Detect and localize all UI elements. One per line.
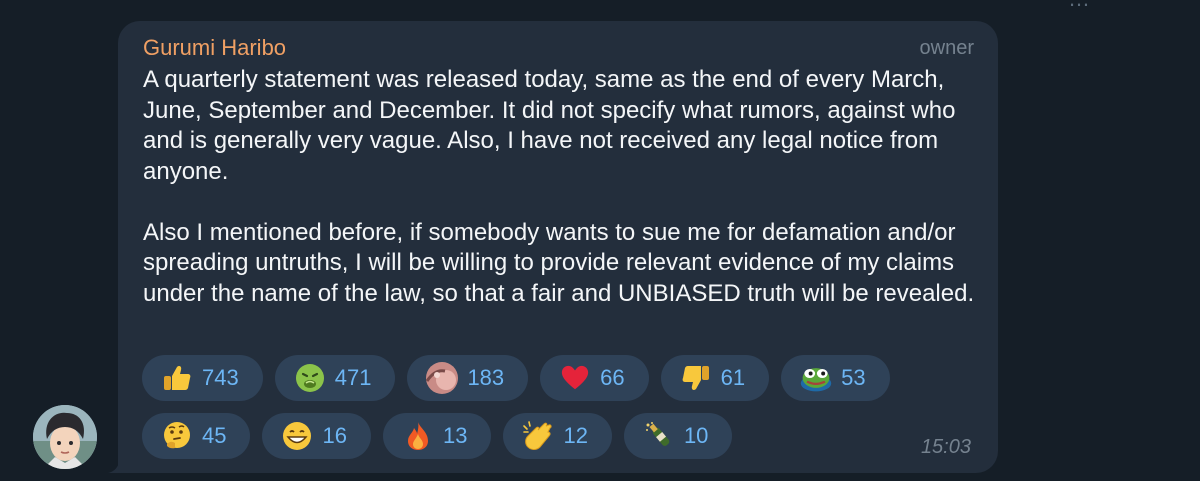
sender-name[interactable]: Gurumi Haribo [143, 35, 286, 61]
reaction-heart[interactable]: 66 [540, 355, 649, 401]
reaction-thinking[interactable]: 45 [142, 413, 251, 459]
reaction-nauseated[interactable]: 471 [274, 355, 396, 401]
clapping-hands-icon [521, 419, 555, 453]
reaction-count: 16 [322, 423, 347, 448]
grinning-face-icon [280, 419, 314, 453]
message-paragraph-2: Also I mentioned before, if somebody wan… [143, 218, 975, 307]
message-text: A quarterly statement was released today… [143, 65, 983, 309]
reaction-thumbs-down[interactable]: 61 [660, 355, 770, 401]
reaction-clapping[interactable]: 12 [503, 413, 612, 459]
reaction-count: 743 [202, 365, 239, 390]
reaction-pepe[interactable]: 53 [781, 355, 890, 401]
reaction-thumbs-up[interactable]: 743 [142, 355, 263, 401]
previous-message-fragment: … [1068, 0, 1090, 12]
thinking-face-icon [160, 419, 194, 453]
message-timestamp: 15:03 [920, 436, 971, 458]
champagne-icon [642, 419, 676, 453]
reaction-fire[interactable]: 13 [382, 413, 492, 459]
reaction-count: 66 [600, 365, 625, 390]
reaction-row-2: 45 16 13 12 10 [142, 413, 922, 459]
avatar[interactable] [33, 405, 97, 469]
reactions-list: 743 471 183 66 61 53 45 16 13 12 10 [142, 355, 922, 471]
reaction-custom-sticker[interactable]: 183 [407, 355, 529, 401]
reaction-count: 10 [683, 423, 709, 448]
reaction-count: 53 [841, 365, 866, 390]
nauseated-face-icon [293, 361, 327, 395]
user-avatar-icon [33, 405, 97, 469]
reaction-count: 45 [202, 423, 227, 448]
red-heart-icon [558, 361, 592, 395]
chat-area: … Gurumi Haribo owner A quarterly statem… [0, 0, 1200, 481]
pepe-frog-icon [799, 361, 833, 395]
message-paragraph-1: A quarterly statement was released today… [143, 66, 956, 185]
reaction-count: 183 [467, 365, 505, 390]
reaction-count: 471 [334, 365, 372, 390]
thumbs-down-icon [679, 361, 713, 395]
reaction-champagne[interactable]: 10 [623, 413, 733, 459]
message-bubble[interactable]: Gurumi Haribo owner A quarterly statemen… [118, 21, 998, 473]
thumbs-up-icon [160, 361, 194, 395]
sender-role-badge: owner [919, 37, 974, 59]
custom-sticker-icon [425, 361, 459, 395]
fire-icon [401, 419, 435, 453]
reaction-row-1: 743 471 183 66 61 53 [142, 355, 922, 401]
reaction-grinning[interactable]: 16 [262, 413, 371, 459]
reaction-count: 61 [720, 365, 746, 390]
reaction-count: 12 [563, 423, 588, 448]
reaction-count: 13 [442, 423, 468, 448]
